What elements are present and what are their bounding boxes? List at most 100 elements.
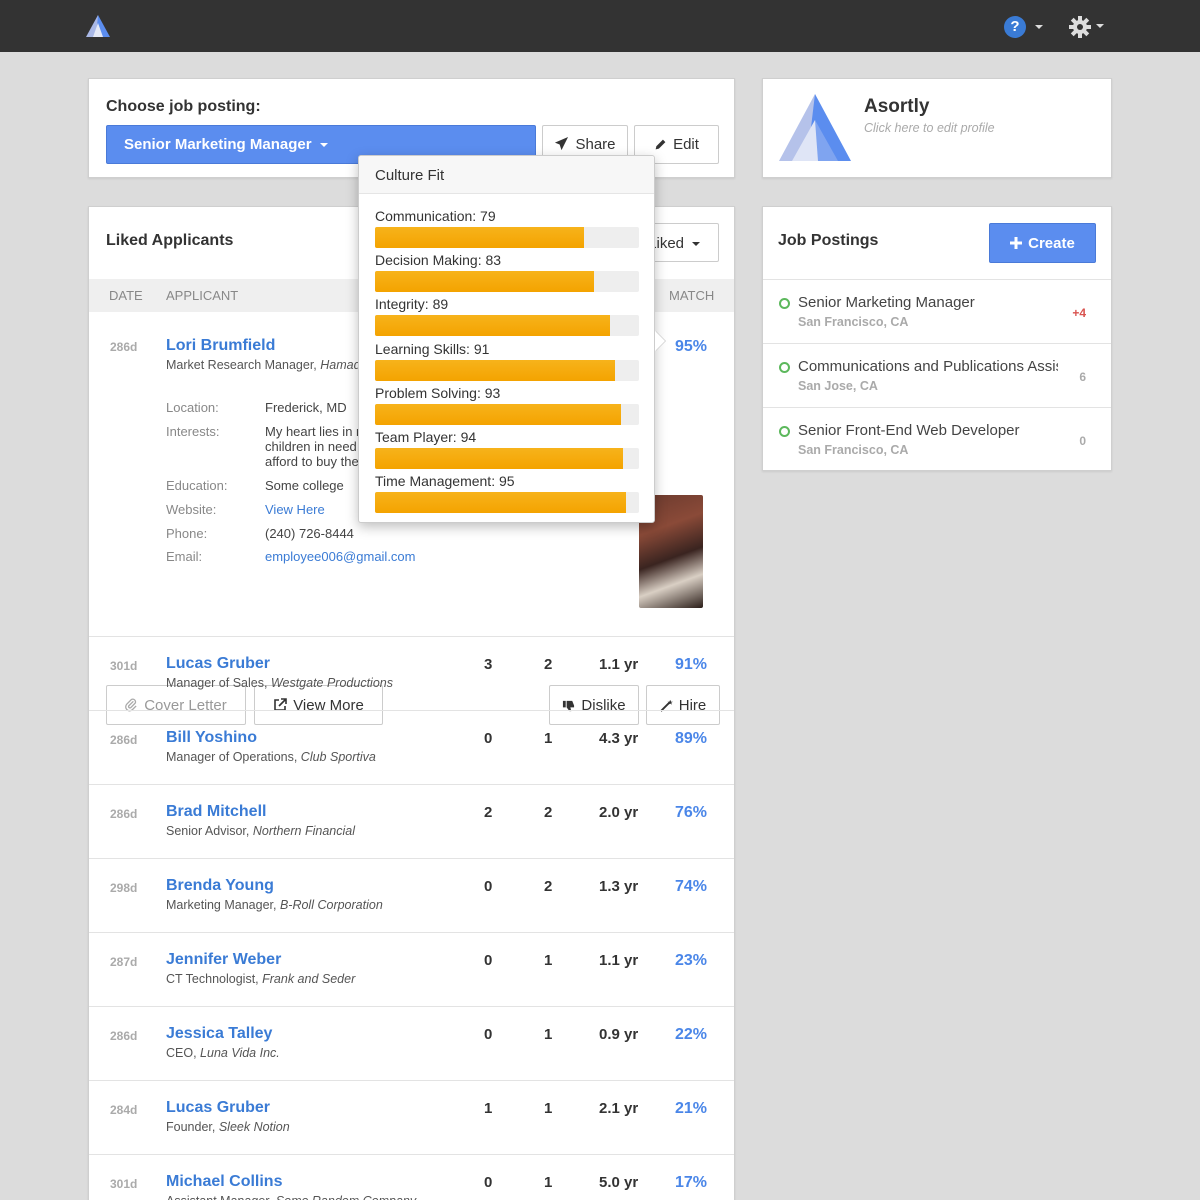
pencil-icon xyxy=(655,139,666,150)
job-posting-item[interactable]: Senior Marketing Manager San Francisco, C… xyxy=(763,279,1111,343)
education-label: Education: xyxy=(166,478,228,493)
applicant-name[interactable]: Lucas Gruber xyxy=(166,655,270,673)
company-logo xyxy=(779,94,851,161)
applied-date: 284d xyxy=(110,1103,138,1117)
create-job-button[interactable]: Create xyxy=(989,223,1096,263)
table-row[interactable]: 287d Jennifer Weber CT Technologist, Frank… xyxy=(89,933,734,1007)
match-score: 23% xyxy=(674,952,707,969)
job-posting-item[interactable]: Senior Front-End Web Developer San Franci… xyxy=(763,407,1111,471)
applied-date: 286d xyxy=(110,340,138,354)
selected-job-label: Senior Marketing Manager xyxy=(124,136,312,153)
skill-bar-fill xyxy=(375,227,584,248)
applied-date: 286d xyxy=(110,733,138,747)
liked-applicants-title: Liked Applicants xyxy=(106,232,234,249)
experience-years: 1.3 yr xyxy=(599,878,639,895)
skill-bar-track xyxy=(375,271,639,293)
table-row[interactable]: 286d Brad Mitchell Senior Advisor, Norther… xyxy=(89,785,734,859)
table-row[interactable]: 286d Jessica Talley CEO, Luna Vida Inc. 0 1 0… xyxy=(89,1007,734,1081)
match-score: 91% xyxy=(674,656,707,673)
applicant-name[interactable]: Lucas Gruber xyxy=(166,1099,270,1117)
skill-bar-track xyxy=(375,492,639,514)
applicant-role: Assistant Manager, Some Random Company xyxy=(166,1194,416,1200)
applied-date: 298d xyxy=(110,881,138,895)
education-value: Some college xyxy=(265,478,344,493)
popover-arrow xyxy=(655,331,665,351)
table-row[interactable]: 286d Bill Yoshino Manager of Operations, C… xyxy=(89,711,734,785)
send-icon xyxy=(555,136,569,151)
company-profile-card[interactable]: Asortly Click here to edit profile xyxy=(762,78,1112,178)
settings-menu[interactable] xyxy=(1068,14,1108,40)
applicant-name[interactable]: Bill Yoshino xyxy=(166,729,257,747)
job-title: Communications and Publications Assistan… xyxy=(798,358,1058,375)
table-row[interactable]: 284d Lucas Gruber Founder, Sleek Notion 1 1 2… xyxy=(89,1081,734,1155)
table-row[interactable]: 298d Brenda Young Marketing Manager, B-Rol… xyxy=(89,859,734,933)
email-link[interactable]: employee006@gmail.com xyxy=(265,549,416,564)
plus-icon xyxy=(1010,237,1023,249)
culture-fit-title: Culture Fit xyxy=(359,156,654,194)
skill-label: Time Management: 95 xyxy=(375,473,515,490)
job-postings-panel: Job Postings Create Senior Marketing Man… xyxy=(762,206,1112,471)
skill-item: Communication: 79 xyxy=(375,208,639,248)
phone-value: (240) 726-8444 xyxy=(265,526,354,541)
applicant-name[interactable]: Lori Brumfield xyxy=(166,337,275,355)
create-label: Create xyxy=(1028,235,1075,252)
applicant-name[interactable]: Jennifer Weber xyxy=(166,951,281,969)
experience-years: 5.0 yr xyxy=(599,1174,639,1191)
help-menu[interactable]: ? xyxy=(1004,15,1048,39)
chevron-down-icon xyxy=(1035,25,1043,29)
chevron-down-icon xyxy=(1096,24,1104,28)
skill-bar-fill xyxy=(375,492,626,514)
skill-bar-track xyxy=(375,403,639,425)
job-location: San Francisco, CA xyxy=(798,315,909,329)
count-two: 2 xyxy=(544,878,553,895)
experience-years: 1.1 yr xyxy=(599,952,639,969)
count-one: 0 xyxy=(484,952,493,969)
count-two: 2 xyxy=(544,656,553,673)
job-location: San Jose, CA xyxy=(798,379,878,393)
applicant-role: Market Research Manager, Hamada xyxy=(166,358,368,372)
match-score: 17% xyxy=(674,1174,707,1191)
website-link[interactable]: View Here xyxy=(265,502,325,517)
table-row[interactable]: 301d Lucas Gruber Manager of Sales, Westga… xyxy=(89,637,734,711)
applicant-name[interactable]: Brad Mitchell xyxy=(166,803,266,821)
edit-profile-hint[interactable]: Click here to edit profile xyxy=(864,121,995,135)
match-score: 74% xyxy=(674,878,707,895)
applicant-name[interactable]: Michael Collins xyxy=(166,1173,282,1191)
gear-icon xyxy=(1069,16,1091,38)
column-applicant: APPLICANT xyxy=(166,288,239,303)
question-icon: ? xyxy=(1004,16,1026,38)
interests-line-2: children in need xyxy=(265,439,357,454)
skill-item: Learning Skills: 91 xyxy=(375,341,639,381)
skill-bar-track xyxy=(375,448,639,469)
applicant-count-badge: +4 xyxy=(1072,306,1086,320)
count-one: 2 xyxy=(484,804,493,821)
app-logo-icon[interactable] xyxy=(86,15,110,37)
applicant-role: Manager of Sales, Westgate Productions xyxy=(166,676,393,690)
experience-years: 2.0 yr xyxy=(599,804,639,821)
skill-label: Team Player: 94 xyxy=(375,429,477,445)
experience-years: 1.1 yr xyxy=(599,656,639,673)
count-one: 0 xyxy=(484,878,493,895)
count-one: 0 xyxy=(484,730,493,747)
skill-label: Communication: 79 xyxy=(375,208,496,224)
skill-item: Time Management: 95 xyxy=(375,473,639,514)
count-one: 3 xyxy=(484,656,493,673)
skill-item: Team Player: 94 xyxy=(375,429,639,469)
location-label: Location: xyxy=(166,400,219,415)
column-match: MATCH xyxy=(669,288,715,303)
job-posting-item[interactable]: Communications and Publications Assistan… xyxy=(763,343,1111,407)
applicant-name[interactable]: Brenda Young xyxy=(166,877,274,895)
match-score: 22% xyxy=(674,1026,707,1043)
applicant-role: Senior Advisor, Northern Financial xyxy=(166,824,355,838)
website-label: Website: xyxy=(166,502,217,517)
top-nav-bar: ? xyxy=(0,0,1200,52)
applicant-role: CT Technologist, Frank and Seder xyxy=(166,972,356,986)
table-row[interactable]: 301d Michael Collins Assistant Manager, So… xyxy=(89,1155,734,1200)
skill-bar-track xyxy=(375,227,639,248)
applicant-count-badge: 6 xyxy=(1079,370,1086,384)
skill-bar-fill xyxy=(375,403,621,425)
column-date: DATE xyxy=(109,288,143,303)
skill-bar-track xyxy=(375,359,639,381)
skill-bar-fill xyxy=(375,315,610,337)
applicant-name[interactable]: Jessica Talley xyxy=(166,1025,272,1043)
